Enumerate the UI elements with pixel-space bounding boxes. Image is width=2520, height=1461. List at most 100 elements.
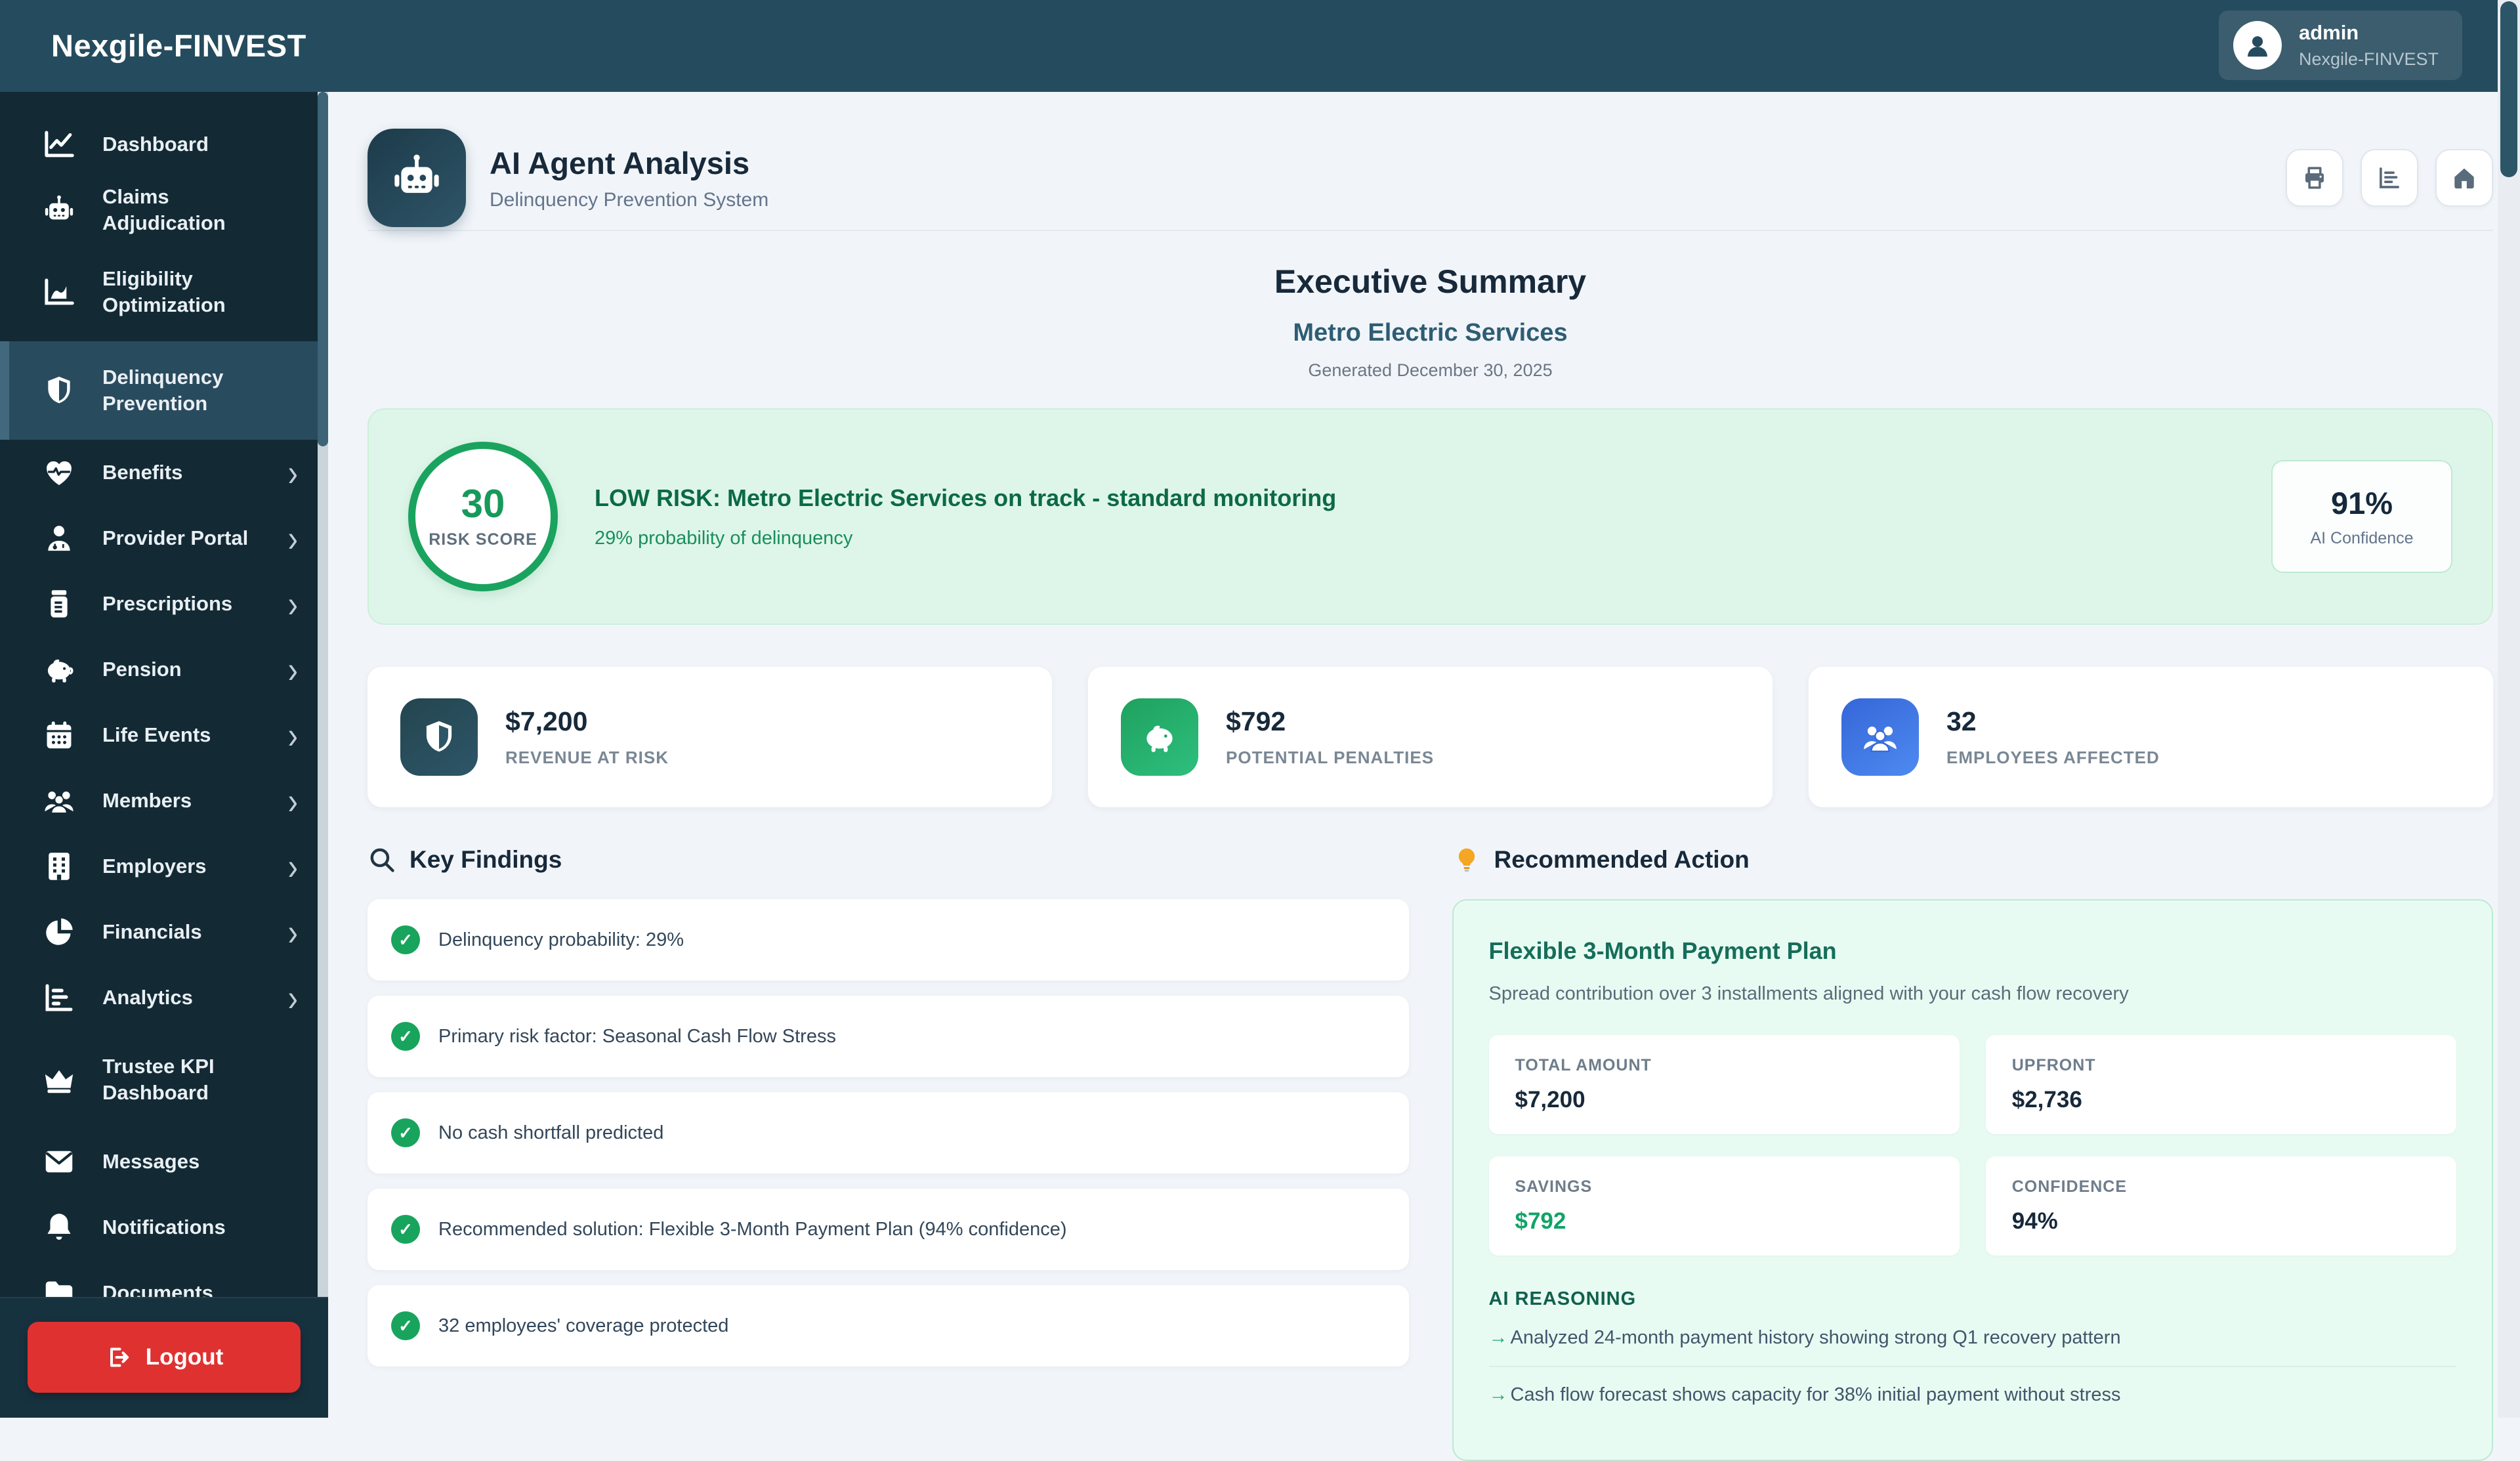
sidebar-item-dashboard[interactable]: Dashboard [0, 112, 318, 177]
sidebar-item-trustee-kpi-dashboard[interactable]: Trustee KPI Dashboard [0, 1030, 318, 1129]
sidebar-item-label: Benefits [102, 459, 263, 486]
risk-headline: LOW RISK: Metro Electric Services on tra… [595, 484, 1336, 512]
sidebar-item-delinquency-prevention[interactable]: Delinquency Prevention [0, 341, 318, 440]
metric-label: SAVINGS [1515, 1177, 1933, 1196]
robot-badge [368, 129, 466, 227]
sidebar-scrollbar[interactable] [318, 92, 328, 1298]
sidebar-item-provider-portal[interactable]: Provider Portal › [0, 505, 318, 571]
stat-cards: $7,200 REVENUE AT RISK $792 POTENTIAL PE… [368, 667, 2493, 807]
check-circle-icon: ✓ [391, 1022, 420, 1051]
sidebar-item-claims-adjudication[interactable]: Claims Adjudication [0, 177, 318, 243]
stat-label: POTENTIAL PENALTIES [1226, 748, 1434, 768]
risk-score-value: 30 [461, 484, 505, 524]
risk-probability: 29% probability of delinquency [595, 528, 1336, 549]
finding-text: Delinquency probability: 29% [438, 929, 684, 951]
main-content: AI Agent Analysis Delinquency Prevention… [328, 92, 2520, 1418]
plan-title: Flexible 3-Month Payment Plan [1489, 937, 2457, 965]
home-icon [2450, 164, 2478, 192]
app-logo: Nexgile-FINVEST [51, 28, 306, 64]
piggy-bank-icon [1121, 698, 1198, 776]
chart-bar-icon [41, 980, 77, 1015]
sidebar-item-analytics[interactable]: Analytics › [0, 965, 318, 1030]
home-button[interactable] [2435, 149, 2493, 207]
metric-value: $2,736 [2012, 1087, 2430, 1113]
risk-banner: 30 RISK SCORE LOW RISK: Metro Electric S… [368, 408, 2493, 625]
finding-item: ✓ Primary risk factor: Seasonal Cash Flo… [368, 996, 1409, 1077]
sidebar-item-prescriptions[interactable]: Prescriptions › [0, 571, 318, 637]
stat-value: $792 [1226, 706, 1434, 737]
arrow-right-icon: → [1489, 1327, 1508, 1349]
chevron-right-icon: › [288, 519, 298, 557]
logout-button[interactable]: Logout [28, 1322, 301, 1393]
sidebar-item-label: Notifications [102, 1214, 286, 1240]
recommended-plan-panel: Flexible 3-Month Payment Plan Spread con… [1452, 899, 2494, 1461]
heart-pulse-icon [41, 455, 77, 490]
ai-confidence-label: AI Confidence [2279, 529, 2445, 548]
sidebar-item-documents[interactable]: Documents [0, 1260, 318, 1298]
stat-value: 32 [1946, 706, 2160, 737]
page-scrollbar[interactable] [2498, 0, 2520, 1418]
page-title: AI Agent Analysis [490, 145, 768, 181]
stat-label: EMPLOYEES AFFECTED [1946, 748, 2160, 768]
sidebar-item-label: Prescriptions [102, 591, 263, 617]
chevron-right-icon: › [288, 585, 298, 623]
check-circle-icon: ✓ [391, 1215, 420, 1244]
page-scrollbar-thumb[interactable] [2500, 1, 2517, 177]
sidebar-item-label: Dashboard [102, 131, 286, 158]
reasoning-text: Analyzed 24-month payment history showin… [1511, 1327, 2121, 1349]
metric-value: $7,200 [1515, 1087, 1933, 1113]
toolbar [2286, 149, 2493, 207]
chart-pie-icon [41, 914, 77, 950]
sidebar-item-benefits[interactable]: Benefits › [0, 440, 318, 505]
ai-reasoning-list: → Analyzed 24-month payment history show… [1489, 1310, 2457, 1423]
chevron-right-icon: › [288, 913, 298, 951]
metric-total-amount: TOTAL AMOUNT $7,200 [1489, 1035, 1960, 1134]
folder-icon [41, 1275, 77, 1298]
sidebar-item-pension[interactable]: Pension › [0, 637, 318, 702]
reasoning-text: Cash flow forecast shows capacity for 38… [1511, 1384, 2121, 1406]
sidebar-item-notifications[interactable]: Notifications [0, 1195, 318, 1260]
check-circle-icon: ✓ [391, 925, 420, 954]
metric-savings: SAVINGS $792 [1489, 1156, 1960, 1256]
arrow-right-icon: → [1489, 1384, 1508, 1406]
shield-icon [400, 698, 478, 776]
sidebar-item-eligibility-optimization[interactable]: Eligibility Optimization [0, 243, 318, 341]
calendar-icon [41, 717, 77, 753]
robot-icon [41, 192, 77, 228]
finding-item: ✓ 32 employees' coverage protected [368, 1285, 1409, 1366]
chevron-right-icon: › [288, 782, 298, 820]
sidebar-item-members[interactable]: Members › [0, 768, 318, 834]
ai-confidence-card: 91% AI Confidence [2271, 460, 2452, 573]
sidebar-item-messages[interactable]: Messages [0, 1129, 318, 1195]
sidebar-item-employers[interactable]: Employers › [0, 834, 318, 899]
printer-icon [2301, 164, 2328, 192]
sidebar-item-label: Analytics [102, 985, 263, 1011]
sidebar-item-label: Delinquency Prevention [102, 364, 286, 417]
metric-value: 94% [2012, 1208, 2430, 1235]
metric-label: UPFRONT [2012, 1056, 2430, 1075]
sidebar-item-label: Messages [102, 1149, 286, 1175]
metric-label: CONFIDENCE [2012, 1177, 2430, 1196]
users-icon [1841, 698, 1919, 776]
risk-score-circle: 30 RISK SCORE [408, 442, 558, 591]
sidebar-item-label: Pension [102, 656, 263, 683]
chevron-right-icon: › [288, 979, 298, 1017]
finding-text: 32 employees' coverage protected [438, 1315, 728, 1337]
report-button[interactable] [2361, 149, 2418, 207]
stat-card-employees: 32 EMPLOYEES AFFECTED [1809, 667, 2493, 807]
print-button[interactable] [2286, 149, 2343, 207]
sidebar-item-financials[interactable]: Financials › [0, 899, 318, 965]
logout-icon [105, 1344, 131, 1370]
key-findings-heading: Key Findings [410, 846, 562, 874]
plan-description: Spread contribution over 3 installments … [1489, 983, 2457, 1005]
sidebar-item-life-events[interactable]: Life Events › [0, 702, 318, 768]
recommended-action-section: Recommended Action Flexible 3-Month Paym… [1452, 845, 2494, 1461]
user-menu[interactable]: admin Nexgile-FINVEST [2219, 11, 2462, 80]
header-divider [368, 230, 2493, 231]
page-subtitle: Delinquency Prevention System [490, 189, 768, 211]
user-name: admin [2299, 20, 2439, 46]
sidebar-scrollbar-thumb[interactable] [318, 92, 328, 446]
sidebar-nav: Dashboard Claims Adjudication Eligibilit… [0, 92, 318, 1298]
key-findings-section: Key Findings ✓ Delinquency probability: … [368, 845, 1409, 1382]
user-icon [2242, 30, 2273, 60]
